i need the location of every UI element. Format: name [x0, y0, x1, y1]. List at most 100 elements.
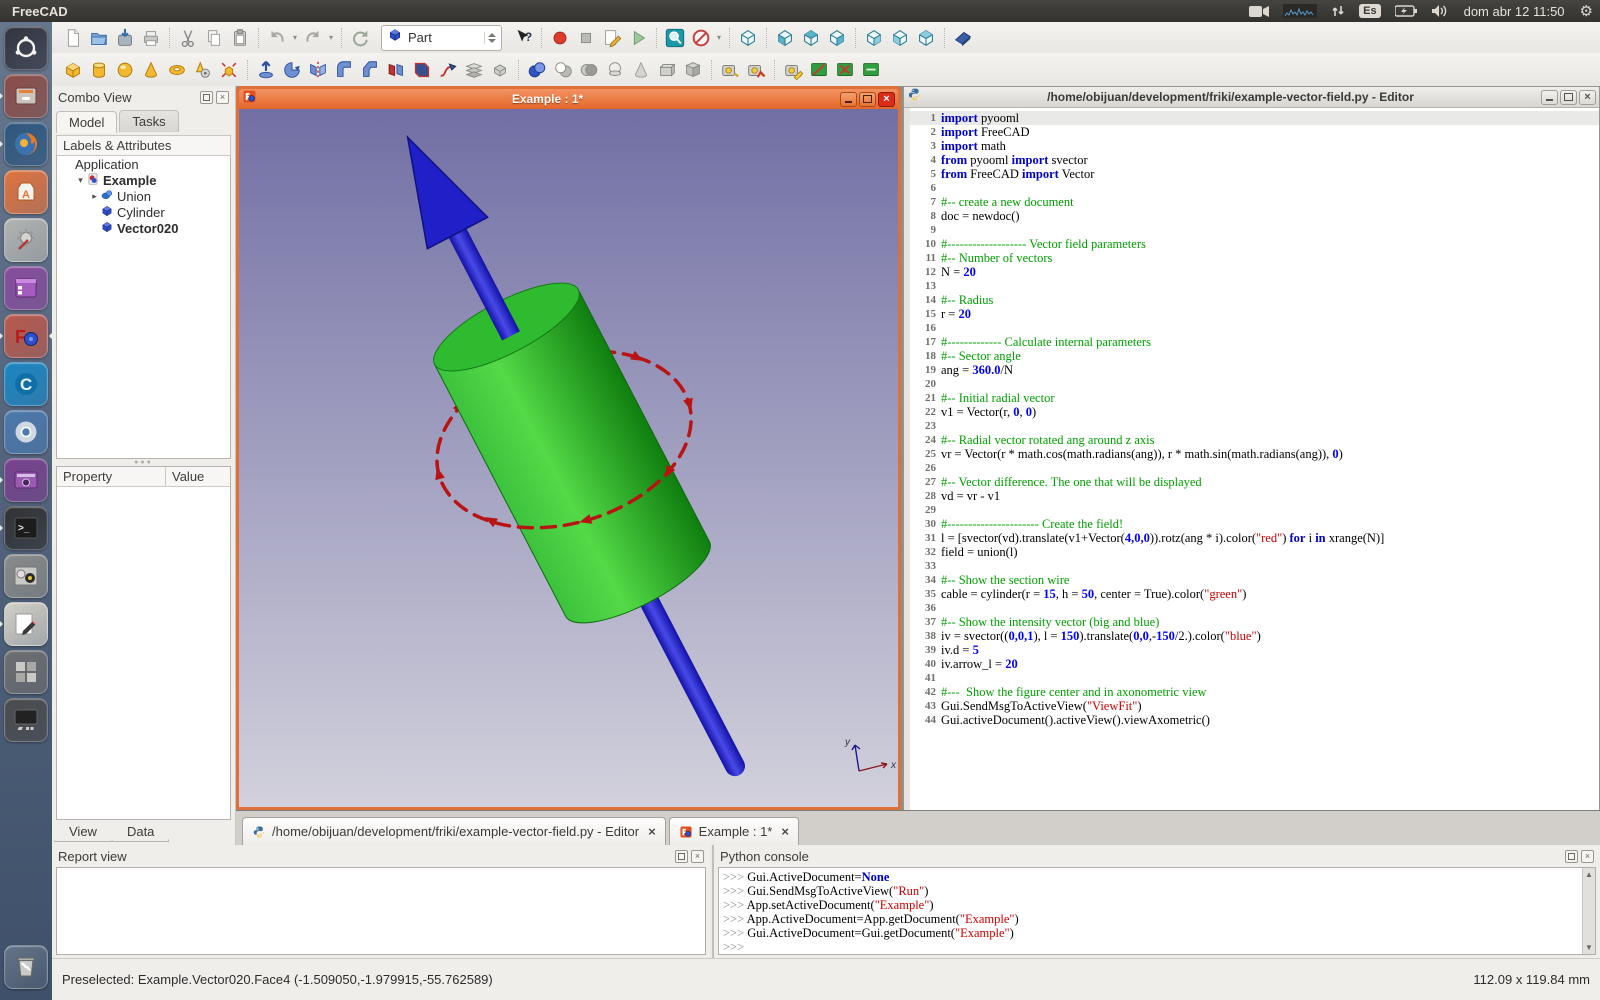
edit-macro-button[interactable]	[599, 25, 625, 51]
mdi-tab-editor[interactable]: /home/obijuan/development/friki/example-…	[242, 817, 666, 845]
part-loft-button[interactable]	[409, 57, 435, 83]
toggle-measure-delta-button[interactable]	[832, 57, 858, 83]
part-shapebuilder-button[interactable]	[216, 57, 242, 83]
report-view-output[interactable]	[56, 867, 706, 955]
stop-macro-button[interactable]	[573, 25, 599, 51]
volume-icon[interactable]	[1431, 4, 1449, 18]
part-extrude-button[interactable]	[253, 57, 279, 83]
code-line[interactable]: 38iv = svector((0,0,1), l = 150).transla…	[910, 629, 1599, 643]
redo-button[interactable]	[300, 25, 326, 51]
code-line[interactable]: 2import FreeCAD	[910, 125, 1599, 139]
part-sphere-button[interactable]	[112, 57, 138, 83]
paste-button[interactable]	[227, 25, 253, 51]
expander-icon[interactable]: ▾	[75, 175, 86, 186]
code-line[interactable]: 21#-- Initial radial vector	[910, 391, 1599, 405]
close-tab-icon[interactable]: ×	[648, 824, 656, 839]
code-line[interactable]: 10#------------------- Vector field para…	[910, 237, 1599, 251]
view-top-button[interactable]	[798, 25, 824, 51]
code-line[interactable]: 36	[910, 601, 1599, 615]
part-torus-button[interactable]	[164, 57, 190, 83]
dropdown-caret-icon[interactable]: ▾	[326, 25, 336, 51]
expander-icon[interactable]: ▸	[89, 191, 100, 202]
part-sweep-button[interactable]	[435, 57, 461, 83]
bool-section-button[interactable]	[602, 57, 628, 83]
code-line[interactable]: 15r = 20	[910, 307, 1599, 321]
tab-view[interactable]: View	[54, 822, 112, 842]
measure-angular-button[interactable]	[743, 57, 769, 83]
whats-this-button[interactable]: ?	[510, 25, 536, 51]
battery-icon[interactable]	[1395, 5, 1417, 17]
code-line[interactable]: 37#-- Show the intensity vector (big and…	[910, 615, 1599, 629]
panel-splitter[interactable]: ●●●	[52, 459, 235, 466]
code-line[interactable]: 25vr = Vector(r * math.cos(math.radians(…	[910, 447, 1599, 461]
part-cross-sections-button[interactable]	[461, 57, 487, 83]
code-editor[interactable]: 1import pyooml2import FreeCAD3import mat…	[904, 108, 1599, 810]
keyboard-layout-indicator[interactable]: Es	[1359, 4, 1380, 18]
tab-data[interactable]: Data	[112, 822, 169, 842]
launcher-item-ubuntu-dash[interactable]	[4, 26, 48, 70]
part-cone-button[interactable]	[138, 57, 164, 83]
save-file-button[interactable]	[112, 25, 138, 51]
launcher-item-chromium[interactable]	[4, 410, 48, 454]
code-line[interactable]: 35cable = cylinder(r = 15, h = 50, cente…	[910, 587, 1599, 601]
bool-cut-button[interactable]	[550, 57, 576, 83]
compsolid-button[interactable]	[680, 57, 706, 83]
copy-button[interactable]	[201, 25, 227, 51]
tree-item-cylinder[interactable]: Cylinder	[57, 204, 230, 220]
new-file-button[interactable]	[60, 25, 86, 51]
workbench-selector[interactable]: Part	[381, 25, 502, 51]
cut-button[interactable]	[175, 25, 201, 51]
3d-view-titlebar[interactable]: Example : 1* ×	[239, 89, 898, 109]
maximize-button[interactable]	[1560, 90, 1577, 105]
view-left-button[interactable]	[913, 25, 939, 51]
console-scrollbar[interactable]: ▲ ▼	[1582, 868, 1595, 954]
launcher-item-purple-app[interactable]	[4, 266, 48, 310]
code-line[interactable]: 16	[910, 321, 1599, 335]
launcher-item-freecad[interactable]: F	[4, 314, 48, 358]
code-line[interactable]: 42#--- Show the figure center and in axo…	[910, 685, 1599, 699]
network-arrows-icon[interactable]	[1331, 4, 1345, 18]
code-line[interactable]: 1import pyooml	[910, 111, 1599, 125]
float-panel-icon[interactable]	[200, 91, 213, 104]
part-mirror-button[interactable]	[305, 57, 331, 83]
bool-common-button[interactable]	[576, 57, 602, 83]
code-line[interactable]: 26	[910, 461, 1599, 475]
view-bottom-button[interactable]	[887, 25, 913, 51]
code-line[interactable]: 40iv.arrow_l = 20	[910, 657, 1599, 671]
tree-item-example[interactable]: ▾Example	[57, 172, 230, 188]
launcher-item-firefox[interactable]	[4, 122, 48, 166]
part-offset-button[interactable]	[487, 57, 513, 83]
close-panel-icon[interactable]: ×	[691, 850, 704, 863]
code-line[interactable]: 20	[910, 377, 1599, 391]
tree-item-vector020[interactable]: Vector020	[57, 220, 230, 236]
code-line[interactable]: 7#-- create a new document	[910, 195, 1599, 209]
tree-item-union[interactable]: ▸Union	[57, 188, 230, 204]
view-axo-button[interactable]	[735, 25, 761, 51]
property-column-header[interactable]: Property	[57, 467, 166, 486]
launcher-item-terminal[interactable]: >_	[4, 506, 48, 550]
editor-titlebar[interactable]: /home/obijuan/development/friki/example-…	[904, 87, 1599, 108]
undo-button[interactable]	[264, 25, 290, 51]
open-folder-button[interactable]	[86, 25, 112, 51]
measurement-button[interactable]	[950, 25, 976, 51]
code-line[interactable]: 14#-- Radius	[910, 293, 1599, 307]
cone-wire-button[interactable]	[628, 57, 654, 83]
code-line[interactable]: 33	[910, 559, 1599, 573]
code-line[interactable]: 9	[910, 223, 1599, 237]
code-line[interactable]: 29	[910, 503, 1599, 517]
float-panel-icon[interactable]	[675, 850, 688, 863]
code-line[interactable]: 32field = union(l)	[910, 545, 1599, 559]
part-ruled-surface-button[interactable]	[383, 57, 409, 83]
tree-item-application[interactable]: Application	[57, 156, 230, 172]
code-line[interactable]: 12N = 20	[910, 265, 1599, 279]
close-tab-icon[interactable]: ×	[781, 824, 789, 839]
run-macro-button[interactable]	[625, 25, 651, 51]
workbench-spinner[interactable]	[484, 32, 499, 44]
measure-refresh-button[interactable]	[780, 57, 806, 83]
maximize-button[interactable]	[859, 92, 876, 107]
part-fillet-button[interactable]	[331, 57, 357, 83]
launcher-item-software-center[interactable]: A	[4, 170, 48, 214]
code-line[interactable]: 30#---------------------- Create the fie…	[910, 517, 1599, 531]
part-revolve-button[interactable]	[279, 57, 305, 83]
code-line[interactable]: 34#-- Show the section wire	[910, 573, 1599, 587]
